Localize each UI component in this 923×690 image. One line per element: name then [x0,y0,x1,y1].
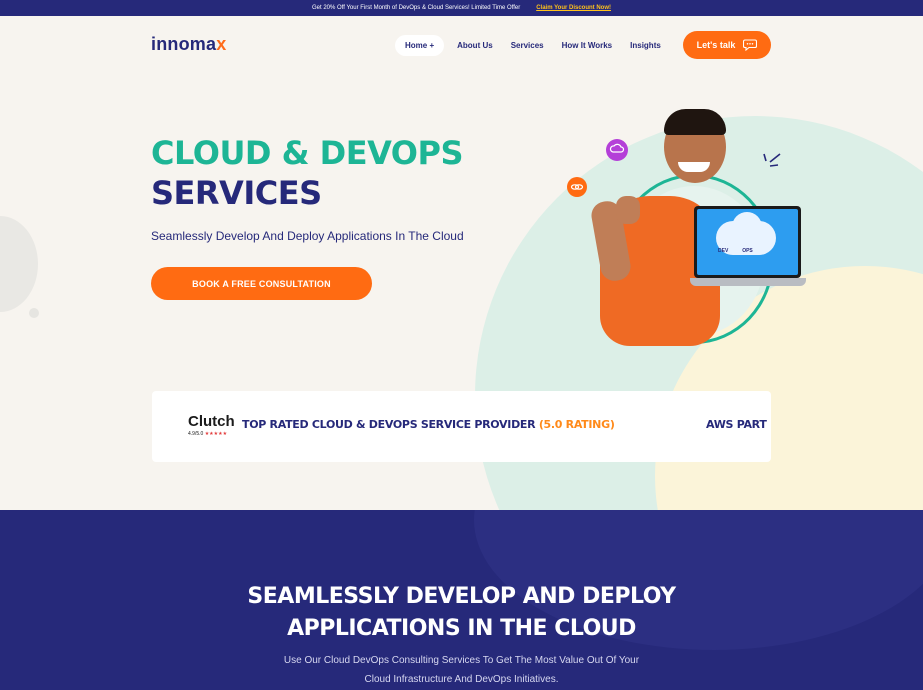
promo-bar: Get 20% Off Your First Month of DevOps &… [0,0,923,16]
person-smile [678,162,710,172]
background-dot [29,308,39,318]
chat-bubble-icon [743,39,758,51]
main-nav: Home + About Us Services How It Works In… [395,35,670,56]
sparkle-icon [763,153,781,167]
innomax-logo[interactable]: innomax [151,34,226,55]
nav-home[interactable]: Home + [395,35,445,56]
devops-label: DEV OPS [718,248,753,254]
rating-strip: Clutch 4.9/5.0 ★★★★★ TOP RATED CLOUD & D… [152,391,771,462]
rating-text-next: AWS PART [706,418,767,431]
clutch-logo: Clutch [188,413,235,430]
nav-services[interactable]: Services [502,35,553,56]
section-title-line2: APPLICATIONS IN THE CLOUD [287,616,636,641]
background-blob [0,216,38,312]
section-desc-line1: Use Our Cloud DevOps Consulting Services… [283,655,640,666]
laptop-base [690,278,806,286]
section-desc-line2: Cloud Infrastructure And DevOps Initiati… [364,674,559,685]
info-section: SEAMLESSLY DEVELOP AND DEPLOY APPLICATIO… [0,510,923,690]
promo-text: Get 20% Off Your First Month of DevOps &… [312,5,521,11]
star-rating-icon: ★★★★★ [204,431,228,437]
cloud-badge-icon [606,139,628,161]
section-title-line1: SEAMLESSLY DEVELOP AND DEPLOY [247,584,676,609]
nav-about-us[interactable]: About Us [448,35,502,56]
person-hair [664,109,726,135]
lets-talk-button[interactable]: Let's talk [683,31,771,59]
nav-how-it-works[interactable]: How It Works [553,35,622,56]
book-consultation-button[interactable]: BOOK A FREE CONSULTATION [151,267,372,300]
link-badge-icon [567,177,587,197]
nav-insights[interactable]: Insights [621,35,670,56]
hero-subtitle: Seamlessly Develop And Deploy Applicatio… [151,229,464,243]
hero-title-line1: CLOUD & DEVOPS [151,134,464,172]
hero-title-line2: SERVICES [151,174,322,212]
thumbs-up-icon [616,196,640,224]
rating-text: TOP RATED CLOUD & DEVOPS SERVICE PROVIDE… [242,418,615,431]
claim-discount-link[interactable]: Claim Your Discount Now! [536,5,611,11]
hero-section: innomax Home + About Us Services How It … [0,16,923,510]
lets-talk-label: Let's talk [696,40,736,50]
clutch-rating: 4.9/5.0 ★★★★★ [188,431,228,437]
